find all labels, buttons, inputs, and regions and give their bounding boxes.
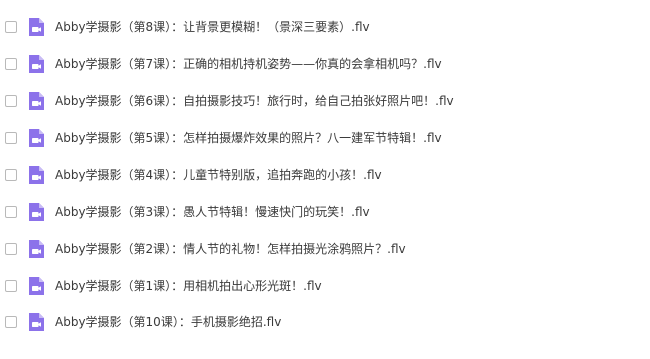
file-checkbox[interactable]	[5, 242, 17, 255]
file-row[interactable]: Abby学摄影（第6课）：自拍摄影技巧！旅行时，给自己拍张好照片吧！.flv	[0, 83, 650, 120]
file-checkbox[interactable]	[5, 95, 17, 108]
file-checkbox[interactable]	[5, 58, 17, 71]
file-name[interactable]: Abby学摄影（第5课）：怎样拍摄爆炸效果的照片？八一建军节特辑！.flv	[55, 130, 442, 146]
file-name[interactable]: Abby学摄影（第1课）：用相机拍出心形光斑！.flv	[55, 278, 322, 294]
video-file-icon	[26, 202, 46, 222]
file-name[interactable]: Abby学摄影（第7课）：正确的相机持机姿势——你真的会拿相机吗？.flv	[55, 56, 442, 72]
file-row[interactable]: Abby学摄影（第8课）：让背景更模糊！（景深三要素）.flv	[0, 9, 650, 46]
file-checkbox[interactable]	[5, 132, 17, 144]
file-row[interactable]: Abby学摄影（第2课）：情人节的礼物！怎样拍摄光涂鸦照片？.flv	[0, 230, 650, 267]
file-checkbox[interactable]	[5, 279, 17, 292]
file-list: Abby学摄影（第9课）：对焦失败的原因.flv Abby学摄影（第8课）：让背景…	[0, 0, 650, 341]
file-row[interactable]: Abby学摄影（第7课）：正确的相机持机姿势——你真的会拿相机吗？.flv	[0, 46, 650, 83]
file-name[interactable]: Abby学摄影（第2课）：情人节的礼物！怎样拍摄光涂鸦照片？.flv	[55, 241, 406, 257]
video-file-icon	[26, 91, 46, 111]
video-file-icon	[26, 54, 46, 74]
file-row[interactable]: Abby学摄影（第1课）：用相机拍出心形光斑！.flv	[0, 267, 650, 304]
video-file-icon	[26, 276, 46, 296]
file-name[interactable]: Abby学摄影（第8课）：让背景更模糊！（景深三要素）.flv	[55, 19, 370, 35]
file-row[interactable]: Abby学摄影（第4课）：儿童节特别版，追拍奔跑的小孩！.flv	[0, 156, 650, 193]
video-file-icon	[26, 128, 46, 148]
file-name[interactable]: Abby学摄影（第3课）：愚人节特辑！慢速快门的玩笑！.flv	[55, 204, 370, 220]
file-checkbox[interactable]	[5, 205, 17, 218]
file-checkbox[interactable]	[5, 316, 17, 329]
video-file-icon	[26, 239, 46, 259]
file-name[interactable]: Abby学摄影（第10课）：手机摄影绝招.flv	[55, 314, 281, 330]
file-row[interactable]: Abby学摄影（第5课）：怎样拍摄爆炸效果的照片？八一建军节特辑！.flv	[0, 120, 650, 157]
file-row[interactable]: Abby学摄影（第10课）：手机摄影绝招.flv	[0, 304, 650, 341]
file-row[interactable]: Abby学摄影（第9课）：对焦失败的原因.flv	[0, 0, 650, 9]
file-name[interactable]: Abby学摄影（第4课）：儿童节特别版，追拍奔跑的小孩！.flv	[55, 167, 382, 183]
file-checkbox[interactable]	[5, 21, 17, 34]
video-file-icon	[26, 312, 46, 332]
file-row[interactable]: Abby学摄影（第3课）：愚人节特辑！慢速快门的玩笑！.flv	[0, 193, 650, 230]
video-file-icon	[26, 165, 46, 185]
file-checkbox[interactable]	[5, 168, 17, 181]
video-file-icon	[26, 17, 46, 37]
file-name[interactable]: Abby学摄影（第6课）：自拍摄影技巧！旅行时，给自己拍张好照片吧！.flv	[55, 93, 454, 109]
